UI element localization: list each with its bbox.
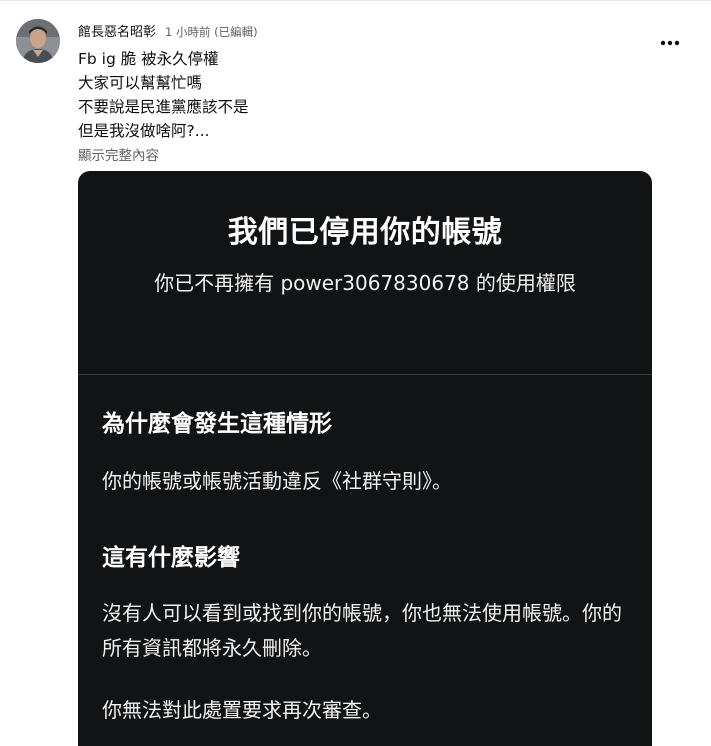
comment-line: Fb ig 脆 被永久停權 [78, 50, 219, 68]
more-options-button[interactable] [652, 26, 688, 60]
comment-text: Fb ig 脆 被永久停權 大家可以幫幫忙嗎 不要說是民進黨應該不是 但是我沒做… [78, 47, 598, 143]
top-divider [0, 0, 711, 1]
attached-screenshot[interactable]: 我們已停用你的帳號 你已不再擁有 power3067830678 的使用權限 為… [78, 171, 652, 746]
section-text-review: 你無法對此處置要求再次審查。 [102, 698, 382, 722]
comment-line: 不要說是民進黨應該不是 [78, 98, 249, 116]
show-more-link[interactable]: 顯示完整內容 [78, 144, 159, 164]
card-divider [78, 374, 652, 375]
card-title: 我們已停用你的帳號 [227, 215, 503, 250]
avatar-photo [16, 19, 60, 63]
section-heading-why: 為什麼會發生這種情形 [102, 411, 332, 437]
section-heading-impact: 這有什麼影響 [102, 545, 240, 571]
section-text-why: 你的帳號或帳號活動違反《社群守則》。 [102, 469, 452, 493]
comment-line: 但是我沒做啥阿?... [78, 122, 210, 140]
username[interactable]: 館長惡名昭彰 [78, 21, 156, 40]
comment-line: 大家可以幫幫忙嗎 [78, 74, 203, 92]
avatar[interactable] [16, 19, 60, 63]
card-subtitle: 你已不再擁有 power3067830678 的使用權限 [154, 271, 576, 295]
timestamp[interactable]: 1 小時前 (已編輯) [165, 24, 258, 40]
section-text-impact: 沒有人可以看到或找到你的帳號，你也無法使用帳號。你的所有資訊都將永久刪除。 [102, 601, 622, 660]
more-horizontal-icon [660, 40, 680, 46]
comment-header: 館長惡名昭彰 1 小時前 (已編輯) [78, 21, 258, 41]
